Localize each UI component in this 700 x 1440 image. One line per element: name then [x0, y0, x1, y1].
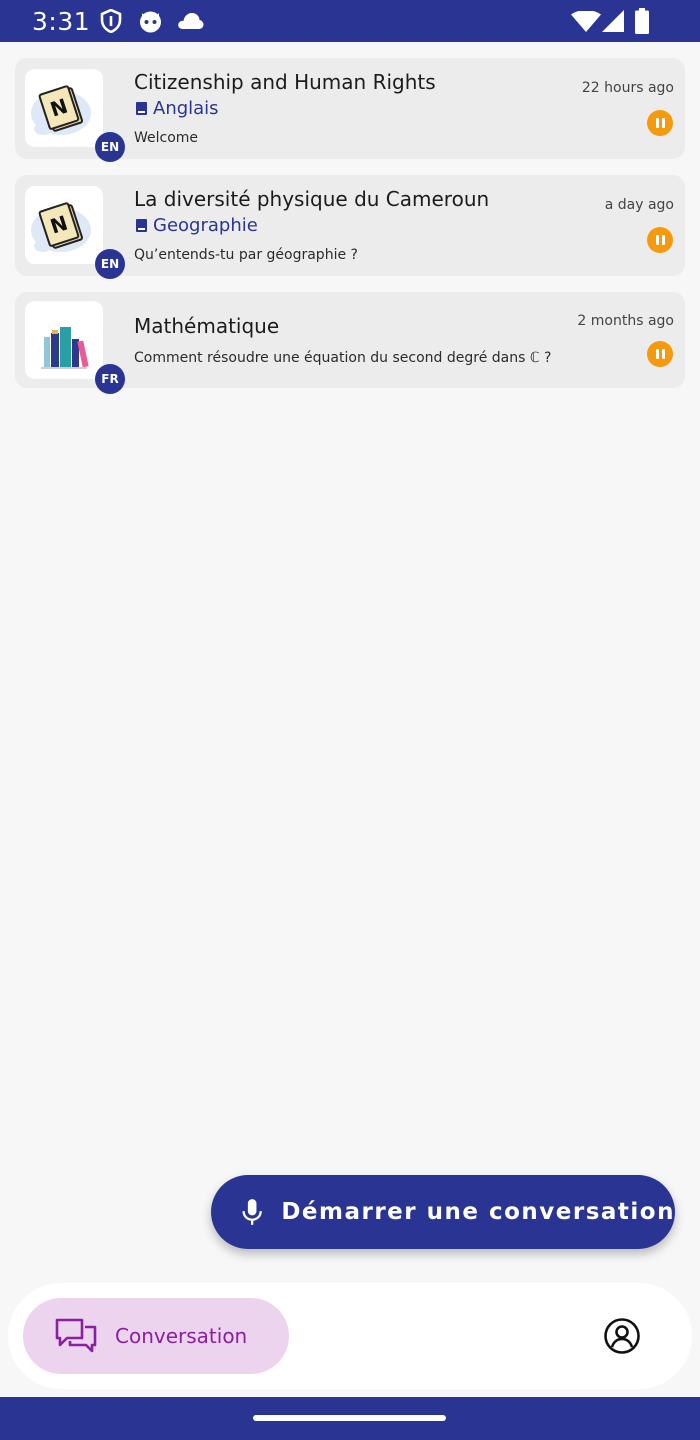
- conversation-snippet: Comment résoudre une équation du second …: [134, 350, 552, 366]
- chat-bubbles-icon: [55, 1318, 97, 1353]
- user-circle-icon[interactable]: [603, 1317, 641, 1355]
- status-bar: 3:31: [0, 0, 700, 42]
- pause-icon[interactable]: [647, 110, 673, 136]
- cloud-icon: [178, 13, 204, 29]
- conversation-subject: Anglais: [136, 98, 219, 119]
- nav-item-conversation[interactable]: Conversation: [23, 1298, 289, 1374]
- notebook-icon: N: [31, 202, 91, 252]
- conversation-title: Citizenship and Human Rights: [134, 70, 436, 94]
- bottom-navigation: Conversation: [8, 1283, 692, 1389]
- books-icon: [41, 327, 89, 369]
- conversation-thumbnail: N EN: [25, 186, 125, 279]
- conversation-card[interactable]: FR Mathématique Comment résoudre une équ…: [15, 292, 685, 394]
- wifi-icon: [571, 11, 601, 32]
- conversation-subject: Geographie: [136, 215, 258, 236]
- notebook-icon: N: [31, 85, 91, 135]
- conversation-title: Mathématique: [134, 314, 280, 338]
- nav-item-conversation-label: Conversation: [115, 1324, 248, 1348]
- start-conversation-button[interactable]: Démarrer une conversation: [211, 1175, 675, 1249]
- conversation-list: N EN Citizenship and Human Rights Anglai…: [15, 58, 685, 404]
- language-badge: EN: [95, 132, 125, 162]
- cat-face-icon: [140, 11, 161, 33]
- signal-icon: [602, 10, 624, 32]
- battery-icon: [635, 8, 649, 34]
- microphone-icon: [242, 1199, 262, 1225]
- start-conversation-label: Démarrer une conversation: [281, 1199, 675, 1225]
- conversation-card[interactable]: N EN Citizenship and Human Rights Anglai…: [15, 58, 685, 162]
- book-icon: [136, 102, 147, 115]
- home-gesture-handle[interactable]: [253, 1415, 446, 1421]
- conversation-snippet: Qu’entends-tu par géographie ?: [134, 247, 358, 263]
- shield-icon: [100, 9, 122, 33]
- pause-icon[interactable]: [647, 227, 673, 253]
- book-icon: [136, 219, 147, 232]
- subject-label: Geographie: [153, 215, 258, 236]
- conversation-thumbnail: FR: [25, 301, 125, 394]
- language-badge: FR: [95, 364, 125, 394]
- conversation-time: a day ago: [604, 197, 674, 213]
- pause-icon[interactable]: [647, 341, 673, 367]
- status-time: 3:31: [32, 7, 91, 36]
- conversation-time: 2 months ago: [577, 313, 674, 329]
- conversation-thumbnail: N EN: [25, 69, 125, 162]
- conversation-card[interactable]: N EN La diversité physique du Cameroun G…: [15, 175, 685, 279]
- language-badge: EN: [95, 249, 125, 279]
- subject-label: Anglais: [153, 98, 219, 119]
- conversation-title: La diversité physique du Cameroun: [134, 187, 490, 211]
- conversation-snippet: Welcome: [134, 130, 199, 146]
- conversation-time: 22 hours ago: [581, 80, 674, 96]
